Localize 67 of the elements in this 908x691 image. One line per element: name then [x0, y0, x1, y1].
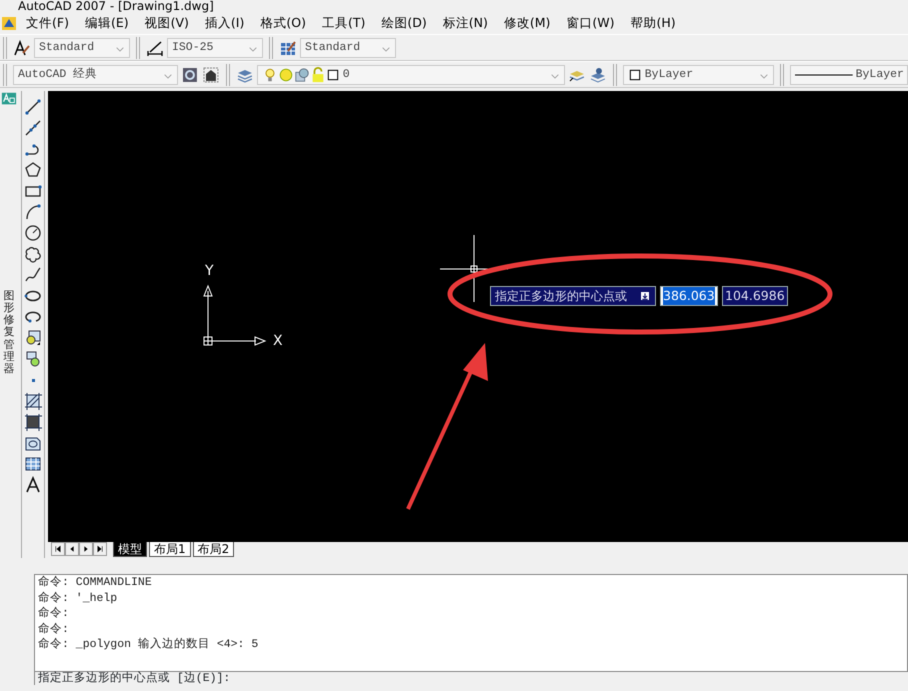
menu-item[interactable]: 工具(T): [314, 14, 374, 32]
menu-item[interactable]: 标注(N): [434, 14, 496, 32]
dimension-style-icon[interactable]: [146, 38, 164, 56]
command-line: 命令: '_help: [37, 590, 118, 606]
menu-item[interactable]: 窗口(W): [558, 14, 623, 32]
coordinate-input-field[interactable]: 104.6986: [722, 286, 788, 306]
tab-scroll-button[interactable]: [79, 542, 93, 556]
command-prompt: 指定正多边形的中心点或 [边(E)]:: [34, 672, 908, 685]
workspace-settings-icon[interactable]: [181, 66, 199, 84]
color-swatch-icon: [326, 68, 340, 82]
layout-tab[interactable]: 模型: [113, 542, 147, 557]
line-tool-icon[interactable]: [24, 98, 42, 116]
text-style-dropdown[interactable]: Standard: [34, 38, 130, 58]
tab-scroll-button[interactable]: [93, 542, 107, 556]
command-line: 命令: COMMANDLINE: [37, 575, 153, 591]
linetype-dropdown[interactable]: ByLayer: [790, 64, 908, 84]
panel-title: 图形修复管理器: [4, 290, 15, 375]
cloud-icon[interactable]: [24, 245, 42, 263]
sun-icon: [278, 66, 294, 82]
color-swatch-icon: [628, 68, 642, 82]
tab-scroll-button[interactable]: [51, 542, 65, 556]
table-icon[interactable]: [24, 455, 42, 473]
gradient-icon[interactable]: [24, 413, 42, 431]
hatch-icon[interactable]: [24, 392, 42, 410]
command-line: 命令:: [37, 622, 70, 638]
make-block-icon[interactable]: [24, 350, 42, 368]
layer-dropdown[interactable]: 0: [256, 64, 566, 84]
axis-label: X: [273, 332, 283, 351]
arc-icon[interactable]: [24, 203, 42, 221]
axis-label: Y: [205, 262, 214, 281]
skip-arrow-icon: [53, 544, 63, 554]
dynamic-input-prompt: 指定正多边形的中心点或: [490, 286, 656, 306]
workspace-dropdown[interactable]: AutoCAD 经典: [12, 64, 178, 84]
menu-item[interactable]: 修改(M): [496, 14, 558, 32]
house-icon[interactable]: [202, 66, 220, 84]
menu-item[interactable]: 格式(O): [252, 14, 314, 32]
table-style-dropdown[interactable]: Standard: [300, 38, 396, 58]
layout-tab[interactable]: 布局1: [149, 542, 191, 557]
spline-icon[interactable]: [24, 266, 42, 284]
dimension-style-dropdown[interactable]: ISO-25: [167, 38, 263, 58]
ucs-icon: [203, 284, 266, 346]
insert-block-icon[interactable]: [24, 329, 42, 347]
app-icon[interactable]: [0, 14, 18, 32]
menu-item[interactable]: 绘图(D): [373, 14, 435, 32]
window-title: AutoCAD 2007 - [Drawing1.dwg]: [17, 0, 215, 12]
coordinate-input-field[interactable]: 386.063: [660, 286, 718, 306]
layer-state-icon[interactable]: [588, 66, 607, 84]
layout-tab[interactable]: 布局2: [192, 542, 234, 557]
menu-item[interactable]: 文件(F): [18, 14, 77, 32]
down-arrow-icon[interactable]: [639, 290, 651, 302]
table-style-icon[interactable]: [279, 38, 297, 56]
menu-item[interactable]: 插入(I): [196, 14, 252, 32]
color-dropdown[interactable]: ByLayer: [622, 64, 774, 84]
menu-item[interactable]: 帮助(H): [622, 14, 684, 32]
command-line: 命令:: [37, 606, 70, 622]
skip-arrow-icon: [95, 544, 105, 554]
menu-item[interactable]: 编辑(E): [76, 14, 137, 32]
text-tool-icon[interactable]: [24, 476, 42, 494]
recovery-manager-icon[interactable]: [1, 91, 18, 107]
tab-scroll-button[interactable]: [65, 542, 79, 556]
text-style-icon[interactable]: [13, 38, 31, 56]
padlock-icon: [310, 66, 326, 82]
construction-line-icon[interactable]: [24, 119, 42, 137]
circle-icon[interactable]: [24, 224, 42, 242]
command-line: 命令: _polygon 输入边的数目 <4>: 5: [37, 637, 260, 653]
polygon-icon[interactable]: [24, 161, 42, 179]
menu-item[interactable]: 视图(V): [136, 14, 197, 32]
